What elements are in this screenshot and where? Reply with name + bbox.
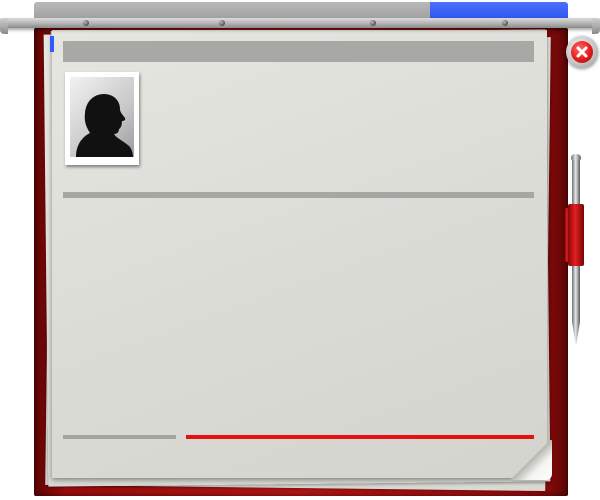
- clip-rail: [2, 18, 598, 28]
- profile-window: [0, 0, 600, 500]
- clip-rail-end-right: [592, 18, 600, 34]
- footer-red-bar: [186, 435, 534, 439]
- rivet: [502, 20, 508, 26]
- section-divider: [63, 192, 534, 198]
- person-silhouette-icon: [70, 77, 134, 157]
- footer-gray-bar: [63, 435, 176, 439]
- avatar[interactable]: [65, 72, 139, 165]
- pen-icon: [562, 152, 592, 348]
- profile-name-bar: [63, 41, 534, 62]
- rivet: [219, 20, 225, 26]
- close-icon: [571, 41, 593, 63]
- close-button[interactable]: [566, 36, 598, 68]
- rivet: [370, 20, 376, 26]
- clip-rail-end-left: [0, 18, 8, 34]
- page-curl: [510, 440, 552, 480]
- rivet: [83, 20, 89, 26]
- selection-marker: [50, 36, 54, 52]
